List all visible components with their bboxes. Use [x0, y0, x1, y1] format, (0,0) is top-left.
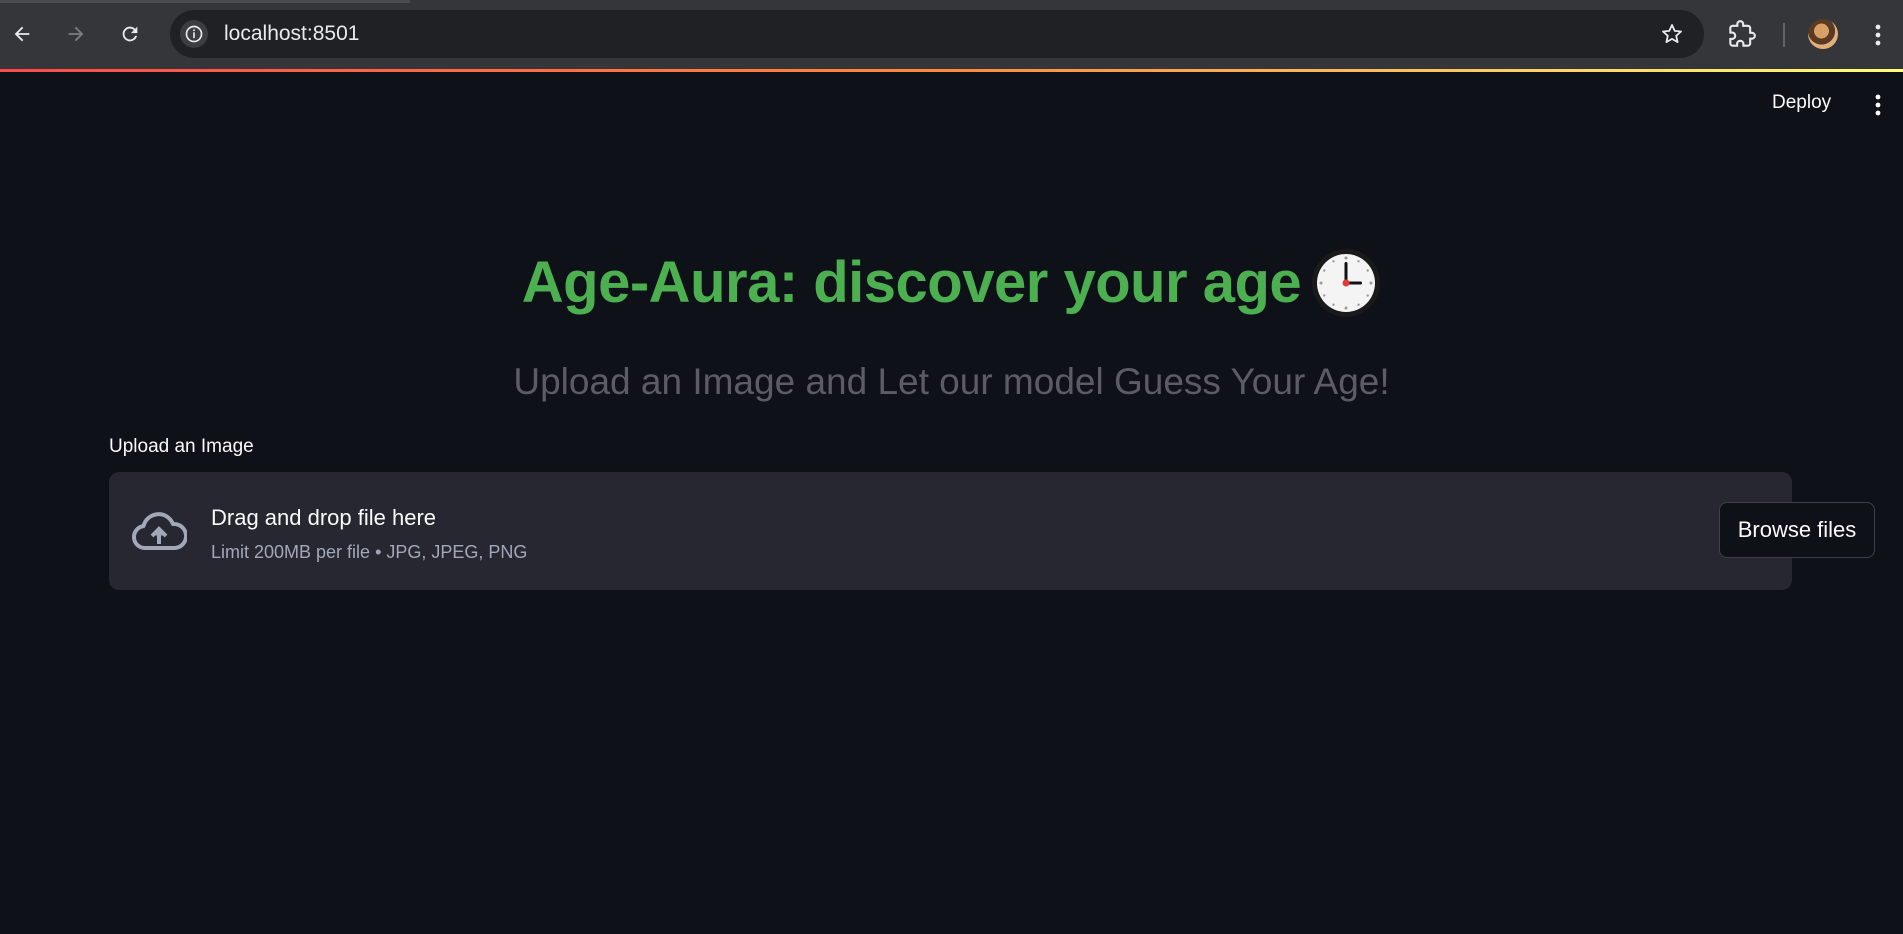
- toolbar-divider: [1783, 23, 1785, 47]
- page-title-text: Age-Aura: discover your age: [521, 250, 1302, 315]
- forward-arrow-icon: [68, 26, 84, 42]
- bookmark-star-icon[interactable]: [1660, 22, 1684, 46]
- uploader-label: Upload an Image: [109, 436, 254, 457]
- page-subtitle: Upload an Image and Let our model Guess …: [513, 361, 1390, 402]
- page-title: Age-Aura: discover your age: [0, 248, 1903, 318]
- dropzone-instructions: Drag and drop file here: [211, 505, 437, 530]
- dropzone-limit-text: Limit 200MB per file • JPG, JPEG, PNG: [211, 542, 528, 562]
- clock-icon: [1312, 248, 1381, 317]
- file-dropzone[interactable]: Drag and drop file here Limit 200MB per …: [109, 472, 1875, 590]
- site-info-icon: [185, 25, 203, 43]
- url-text[interactable]: localhost:8501: [224, 22, 359, 46]
- cloud-upload-icon: [132, 512, 187, 551]
- deploy-button[interactable]: Deploy: [1762, 88, 1841, 118]
- back-arrow-icon: [14, 26, 30, 42]
- back-button[interactable]: [6, 18, 38, 50]
- kebab-menu-icon[interactable]: [1868, 22, 1888, 48]
- browse-files-button[interactable]: Browse files: [1719, 502, 1875, 558]
- browser-toolbar: localhost:8501: [0, 0, 1903, 70]
- extensions-icon[interactable]: [1728, 20, 1756, 48]
- site-info-button[interactable]: [180, 20, 208, 48]
- reload-button[interactable]: [114, 18, 146, 50]
- app-menu-icon[interactable]: [1868, 92, 1888, 118]
- app-main: Deploy Age-Aura: discover your age Uploa…: [0, 72, 1903, 934]
- reload-icon: [122, 26, 138, 42]
- tab-strip-edge: [0, 0, 410, 3]
- address-bar[interactable]: localhost:8501: [170, 10, 1704, 58]
- profile-avatar[interactable]: [1808, 19, 1838, 49]
- forward-button[interactable]: [60, 18, 92, 50]
